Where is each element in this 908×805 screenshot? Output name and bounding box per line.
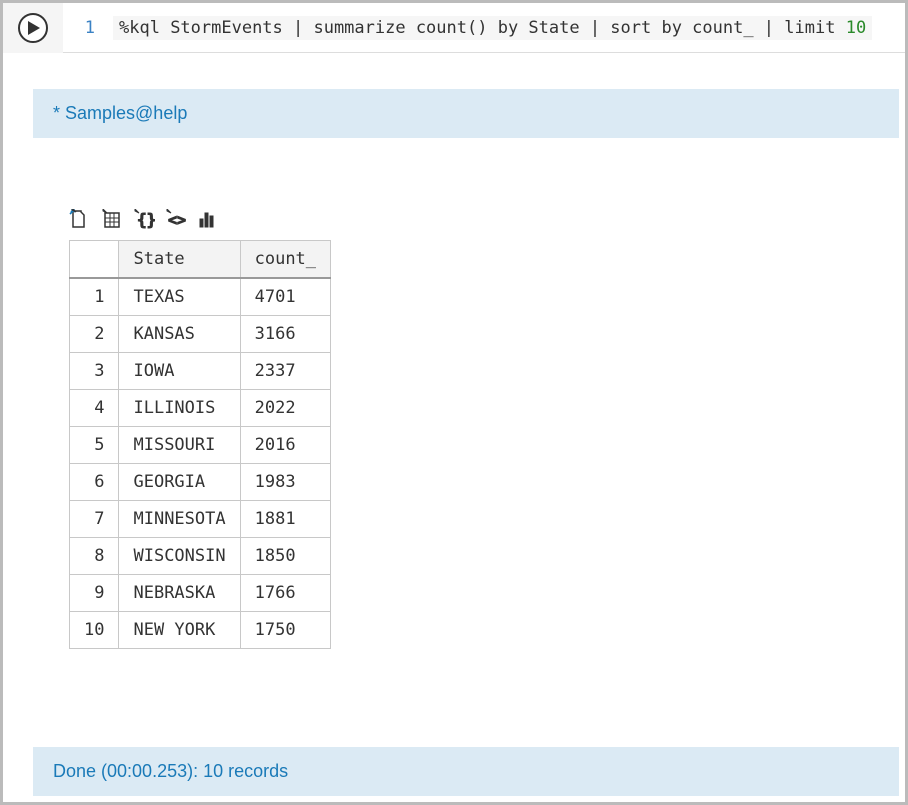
row-index: 3 [70, 353, 119, 390]
table-row: 1TEXAS4701 [70, 278, 331, 316]
code-cell: 1 %kql StormEvents | summarize count() b… [3, 3, 905, 53]
row-index: 7 [70, 501, 119, 538]
row-index: 6 [70, 464, 119, 501]
table-row: 8WISCONSIN1850 [70, 538, 331, 575]
row-index: 10 [70, 612, 119, 649]
table-row: 6GEORGIA1983 [70, 464, 331, 501]
column-header-count[interactable]: count_ [240, 241, 330, 279]
svg-text:{}: {} [137, 210, 155, 229]
cell-state: NEW YORK [119, 612, 240, 649]
cell-state: KANSAS [119, 316, 240, 353]
table-row: 2KANSAS3166 [70, 316, 331, 353]
table-body: 1TEXAS47012KANSAS31663IOWA23374ILLINOIS2… [70, 278, 331, 649]
context-banner: * Samples@help [33, 89, 899, 138]
table-header-row: State count_ [70, 241, 331, 279]
table-row: 10NEW YORK1750 [70, 612, 331, 649]
index-header [70, 241, 119, 279]
svg-text:<>: <> [168, 211, 186, 229]
row-index: 4 [70, 390, 119, 427]
row-index: 5 [70, 427, 119, 464]
cell-state: ILLINOIS [119, 390, 240, 427]
export-clipboard-icon[interactable] [69, 208, 91, 230]
export-dataframe-icon[interactable] [101, 208, 123, 230]
table-row: 9NEBRASKA1766 [70, 575, 331, 612]
cell-count: 2022 [240, 390, 330, 427]
cell-state: IOWA [119, 353, 240, 390]
cell-state: NEBRASKA [119, 575, 240, 612]
cell-count: 2337 [240, 353, 330, 390]
row-index: 8 [70, 538, 119, 575]
results-toolbar: {} <> [69, 208, 899, 230]
cell-count: 3166 [240, 316, 330, 353]
export-code-icon[interactable]: <> [165, 208, 187, 230]
row-index: 9 [70, 575, 119, 612]
line-number: 1 [63, 18, 113, 38]
table-row: 4ILLINOIS2022 [70, 390, 331, 427]
cell-state: GEORGIA [119, 464, 240, 501]
cell-count: 2016 [240, 427, 330, 464]
query-body: StormEvents | summarize count() by State… [170, 18, 846, 38]
cell-state: MINNESOTA [119, 501, 240, 538]
output-area: * Samples@help {} [33, 89, 899, 649]
chart-icon[interactable] [197, 208, 219, 230]
status-banner: Done (00:00.253): 10 records [33, 747, 899, 796]
cell-count: 4701 [240, 278, 330, 316]
play-icon [28, 21, 40, 35]
export-json-icon[interactable]: {} [133, 208, 155, 230]
run-gutter [3, 3, 63, 53]
limit-literal: 10 [846, 18, 866, 38]
cell-count: 1766 [240, 575, 330, 612]
cell-state: WISCONSIN [119, 538, 240, 575]
cell-state: MISSOURI [119, 427, 240, 464]
cell-count: 1750 [240, 612, 330, 649]
table-row: 7MINNESOTA1881 [70, 501, 331, 538]
table-row: 3IOWA2337 [70, 353, 331, 390]
cell-count: 1881 [240, 501, 330, 538]
row-index: 2 [70, 316, 119, 353]
row-index: 1 [70, 278, 119, 316]
code-text: %kql StormEvents | summarize count() by … [113, 16, 872, 40]
column-header-state[interactable]: State [119, 241, 240, 279]
cell-count: 1850 [240, 538, 330, 575]
cell-count: 1983 [240, 464, 330, 501]
code-editor[interactable]: 1 %kql StormEvents | summarize count() b… [63, 3, 905, 53]
cell-state: TEXAS [119, 278, 240, 316]
results-table: State count_ 1TEXAS47012KANSAS31663IOWA2… [69, 240, 331, 649]
run-button[interactable] [18, 13, 48, 43]
magic-command: %kql [119, 18, 170, 38]
table-row: 5MISSOURI2016 [70, 427, 331, 464]
